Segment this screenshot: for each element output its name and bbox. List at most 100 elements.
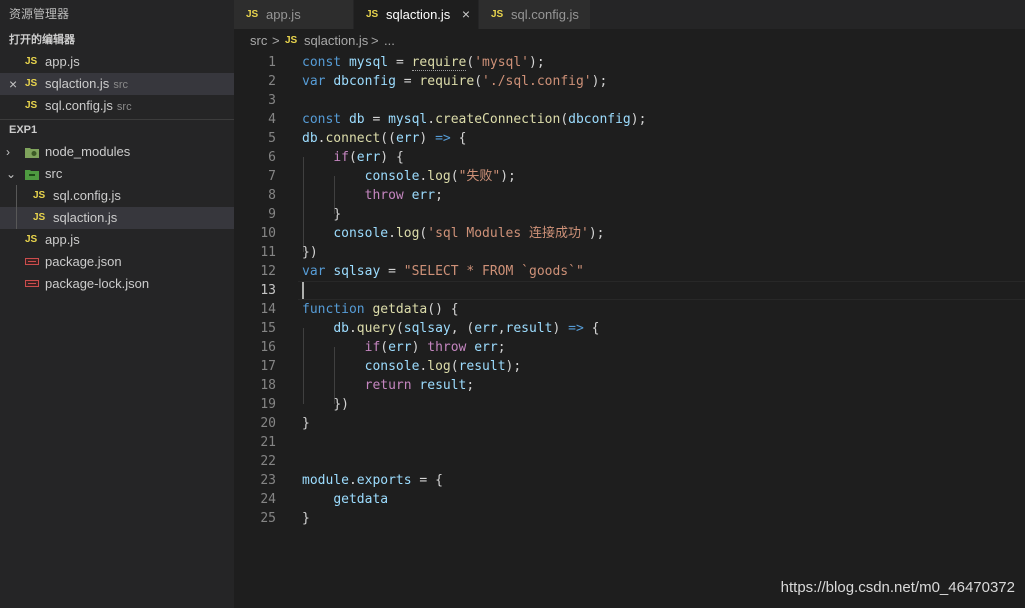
open-editor-label: app.js [45, 54, 80, 69]
line-number: 17 [260, 359, 276, 374]
js-file-icon: JS [25, 234, 38, 245]
line-number: 4 [268, 112, 276, 127]
open-editor-sql-config-js[interactable]: JS sql.config.js src [0, 95, 234, 117]
tree-item-label: app.js [45, 232, 80, 247]
code-line: function getdata() { [302, 302, 459, 317]
code-line: } [302, 416, 310, 431]
code-line: const mysql = require('mysql'); [302, 55, 545, 71]
line-number: 25 [260, 511, 276, 526]
open-editor-folder: src [113, 79, 128, 91]
open-editor-label: sqlaction.js [45, 76, 110, 91]
line-number: 19 [260, 397, 276, 412]
line-number: 15 [260, 321, 276, 336]
project-header[interactable]: EXP1 [0, 119, 234, 141]
tree-item-package-lock-json[interactable]: package-lock.json [0, 273, 234, 295]
code-line: db.connect((err) => { [302, 131, 467, 146]
tree-item-sqlaction-js[interactable]: JS sqlaction.js [0, 207, 234, 229]
line-number: 24 [260, 492, 276, 507]
js-file-icon: JS [491, 9, 504, 20]
tree-item-node-modules[interactable]: › node_modules [0, 141, 234, 163]
tree-item-package-json[interactable]: package.json [0, 251, 234, 273]
code-line: db.query(sqlsay, (err,result) => { [333, 321, 600, 336]
open-editors-header[interactable]: 打开的编辑器 [0, 29, 234, 51]
breadcrumb-folder[interactable]: src [250, 29, 267, 53]
tree-item-src[interactable]: ⌄ src [0, 163, 234, 185]
tab-label: sqlaction.js [386, 7, 451, 22]
tab-sql-config-js[interactable]: JS sql.config.js [479, 0, 590, 29]
code-line: module.exports = { [302, 473, 443, 488]
line-number: 8 [268, 188, 276, 203]
line-number: 22 [260, 454, 276, 469]
code-line: if(err) { [333, 150, 404, 165]
close-icon[interactable]: × [462, 0, 470, 29]
chevron-right-icon: > [371, 33, 379, 48]
section-divider [0, 119, 234, 120]
line-number: 23 [260, 473, 276, 488]
js-file-icon: JS [25, 100, 38, 111]
tree-item-label: package.json [45, 254, 122, 269]
breadcrumb: src > JS sqlaction.js > ... [234, 29, 1025, 53]
tab-app-js[interactable]: JS app.js [234, 0, 353, 29]
tree-item-label: src [45, 166, 63, 181]
js-file-icon: JS [25, 78, 38, 89]
code-line: const db = mysql.createConnection(dbconf… [302, 112, 647, 127]
line-number: 12 [260, 264, 276, 279]
code-line: var sqlsay = "SELECT * FROM `goods`" [302, 264, 584, 279]
js-file-icon: JS [25, 56, 38, 67]
close-icon[interactable]: × [9, 73, 17, 95]
watermark-url: https://blog.csdn.net/m0_46470372 [780, 579, 1015, 596]
code-line: console.log(result); [364, 359, 522, 374]
line-number: 5 [268, 131, 276, 146]
line-number: 21 [260, 435, 276, 450]
tree-item-sql-config-js[interactable]: JS sql.config.js [0, 185, 234, 207]
code-line: throw err; [364, 188, 443, 203]
code-line: console.log('sql Modules 连接成功'); [333, 226, 605, 241]
open-editor-app-js[interactable]: JS app.js [0, 51, 234, 73]
js-file-icon: JS [246, 9, 259, 20]
js-file-icon: JS [33, 212, 46, 223]
line-number: 20 [260, 416, 276, 431]
tab-sqlaction-js[interactable]: JS sqlaction.js × [354, 0, 478, 29]
line-number: 9 [268, 207, 276, 222]
code-line: return result; [364, 378, 475, 393]
code-line: getdata [333, 492, 389, 507]
tree-item-label: sql.config.js [53, 188, 121, 203]
code-line: console.log("失败"); [364, 169, 516, 184]
src-folder-icon [25, 170, 39, 180]
tab-label: app.js [266, 7, 301, 22]
tree-indent-guide [16, 185, 17, 229]
open-editor-label: sql.config.js [45, 98, 113, 113]
js-file-icon: JS [285, 35, 298, 46]
line-number: 3 [268, 93, 276, 108]
line-number: 16 [260, 340, 276, 355]
js-file-icon: JS [366, 9, 379, 20]
tab-label: sql.config.js [511, 7, 579, 22]
open-editor-sqlaction-js[interactable]: × JS sqlaction.js src [0, 73, 234, 95]
open-editor-folder: src [116, 101, 132, 113]
tree-item-app-js[interactable]: JS app.js [0, 229, 234, 251]
code-editor[interactable]: 1 2 3 4 5 6 7 8 9 10 11 12 13 14 15 16 1… [234, 53, 1025, 608]
line-number-current: 13 [260, 283, 276, 298]
tree-item-label: node_modules [45, 144, 131, 159]
current-line-highlight [298, 281, 1025, 300]
line-number: 10 [260, 226, 276, 241]
explorer-title: 资源管理器 [9, 7, 70, 21]
line-number: 2 [268, 74, 276, 89]
node-folder-icon [25, 148, 39, 158]
editor-tab-bar: JS app.js JS sqlaction.js × JS sql.confi… [234, 0, 1025, 29]
code-line: }) [333, 397, 349, 412]
chevron-right-icon: > [272, 33, 280, 48]
explorer-sidebar: 资源管理器 打开的编辑器 JS app.js × JS sqlaction.js… [0, 0, 234, 608]
tree-item-label: sqlaction.js [53, 210, 118, 225]
breadcrumb-file[interactable]: sqlaction.js [304, 29, 368, 53]
code-line: }) [302, 245, 318, 260]
breadcrumb-symbol[interactable]: ... [384, 29, 395, 53]
code-line: } [302, 511, 310, 526]
npm-file-icon [25, 280, 39, 287]
tree-item-label: package-lock.json [45, 276, 150, 291]
line-number: 14 [260, 302, 276, 317]
js-file-icon: JS [33, 190, 46, 201]
chevron-right-icon: › [6, 145, 10, 159]
line-number: 18 [260, 378, 276, 393]
code-line: } [333, 207, 342, 222]
